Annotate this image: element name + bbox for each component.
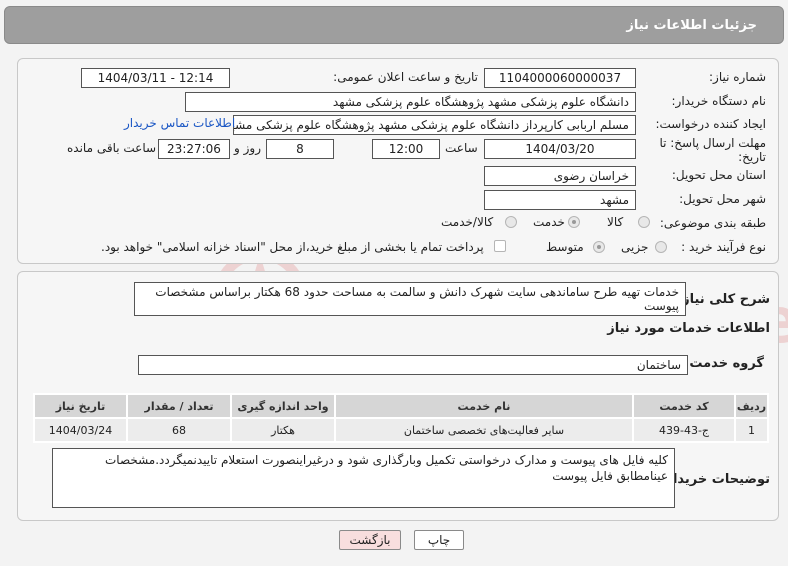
category-service-label: خدمت: [533, 215, 565, 229]
deadline-label: مهلت ارسال پاسخ: تا: [659, 136, 766, 150]
announce-date-label: تاریخ و ساعت اعلان عمومی:: [333, 70, 478, 84]
deadline-time-label: ساعت: [445, 141, 478, 155]
col-need-date: تاریخ نیاز: [33, 393, 128, 419]
service-group-label: گروه خدمت:: [684, 356, 764, 371]
days-remaining-field[interactable]: 8: [266, 139, 334, 159]
cell-service-code: ج-43-439: [632, 417, 736, 443]
treasury-payment-checkbox[interactable]: [494, 240, 506, 252]
buyer-notes-textarea[interactable]: کلیه فایل های پیوست و مدارک درخواستی تکم…: [52, 448, 675, 508]
process-label: نوع فرآیند خرید :: [681, 240, 766, 254]
process-medium-label: متوسط: [546, 240, 584, 254]
cell-need-date: 1404/03/24: [33, 417, 128, 443]
remaining-time-label: ساعت باقی مانده: [67, 141, 157, 155]
remaining-time-field[interactable]: 23:27:06: [158, 139, 230, 159]
need-number-field[interactable]: 1104000060000037: [484, 68, 636, 88]
cell-quantity: 68: [126, 417, 232, 443]
deadline-date-label: تاریخ:: [738, 150, 766, 164]
col-quantity: تعداد / مقدار: [126, 393, 232, 419]
col-unit: واحد اندازه گیری: [230, 393, 336, 419]
cell-unit: هکتار: [230, 417, 336, 443]
col-service-code: کد خدمت: [632, 393, 736, 419]
category-goods-service-label: کالا/خدمت: [441, 215, 494, 229]
creator-label: ایجاد کننده درخواست:: [655, 117, 766, 131]
buyer-notes-label: توضیحات خریدار:: [660, 472, 770, 487]
need-details-panel: [17, 58, 779, 264]
deadline-time-field[interactable]: 12:00: [372, 139, 440, 159]
buyer-contact-link[interactable]: اطلاعات تماس خریدار: [124, 116, 235, 130]
services-section-title: اطلاعات خدمات مورد نیاز: [607, 321, 770, 336]
process-medium-radio[interactable]: [593, 241, 605, 253]
page-title: جزئیات اطلاعات نیاز: [626, 18, 757, 33]
buyer-org-field[interactable]: دانشگاه علوم پزشکی مشهد پژوهشگاه علوم پز…: [185, 92, 636, 112]
city-field[interactable]: مشهد: [484, 190, 636, 210]
cell-service-name: سایر فعالیت‌های تخصصی ساختمان: [334, 417, 634, 443]
category-goods-service-radio[interactable]: [505, 216, 517, 228]
services-table-header: ردیف کد خدمت نام خدمت واحد اندازه گیری ت…: [33, 393, 769, 419]
province-label: استان محل تحویل:: [671, 168, 766, 182]
buyer-org-label: نام دستگاه خریدار:: [671, 94, 767, 108]
deadline-date-field[interactable]: 1404/03/20: [484, 139, 636, 159]
col-row-number: ردیف: [734, 393, 769, 419]
creator-field[interactable]: مسلم اربابی کارپرداز دانشگاه علوم پزشکی …: [233, 115, 636, 135]
back-button[interactable]: بازگشت: [339, 530, 401, 550]
summary-label: شرح کلی نیاز:: [676, 292, 770, 307]
print-button[interactable]: چاپ: [414, 530, 464, 550]
col-service-name: نام خدمت: [334, 393, 634, 419]
category-goods-radio[interactable]: [638, 216, 650, 228]
category-goods-label: کالا: [607, 215, 624, 229]
page-header: جزئیات اطلاعات نیاز: [4, 6, 784, 44]
cell-row-number: 1: [734, 417, 769, 443]
process-minor-label: جزیی: [621, 240, 649, 254]
services-table: ردیف کد خدمت نام خدمت واحد اندازه گیری ت…: [33, 393, 769, 443]
category-service-radio[interactable]: [568, 216, 580, 228]
category-label: طبقه بندی موضوعی:: [659, 216, 766, 230]
province-field[interactable]: خراسان رضوی: [484, 166, 636, 186]
summary-textarea[interactable]: خدمات تهیه طرح ساماندهی سایت شهرک دانش و…: [134, 282, 686, 316]
city-label: شهر محل تحویل:: [679, 192, 766, 206]
treasury-payment-note: پرداخت تمام یا بخشی از مبلغ خرید،از محل …: [101, 240, 484, 254]
service-group-field[interactable]: ساختمان: [138, 355, 688, 375]
need-number-label: شماره نیاز:: [709, 70, 766, 84]
days-label: روز و: [234, 141, 261, 155]
process-minor-radio[interactable]: [655, 241, 667, 253]
table-row: 1 ج-43-439 سایر فعالیت‌های تخصصی ساختمان…: [33, 417, 769, 443]
announce-date-field[interactable]: 1404/03/11 - 12:14: [81, 68, 230, 88]
